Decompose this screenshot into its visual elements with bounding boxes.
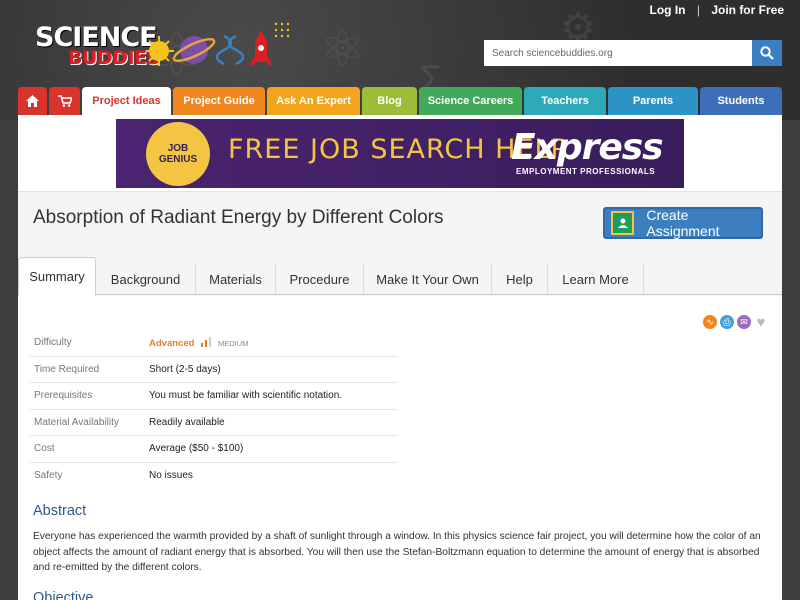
search-bar — [484, 40, 782, 66]
objective-heading: Objective — [33, 590, 94, 600]
cart-icon — [57, 95, 72, 107]
create-assignment-button[interactable]: Create Assignment — [603, 207, 763, 239]
ad-brand-sub: EMPLOYMENT PROFESSIONALS — [516, 167, 656, 176]
search-input[interactable] — [484, 40, 752, 66]
spec-row: Cost Average ($50 - $100) — [30, 436, 398, 463]
nav-teachers[interactable]: Teachers — [524, 87, 606, 115]
spec-value: Average ($50 - $100) — [149, 443, 244, 455]
search-icon — [760, 46, 774, 60]
ad-brand: Express — [511, 127, 664, 168]
logo-science-icons — [146, 22, 290, 66]
spec-value: No issues — [149, 470, 193, 482]
advertisement-banner[interactable]: JOB GENIUS FREE JOB SEARCH HELP Express … — [116, 119, 684, 188]
print-icon[interactable]: ⎙ — [720, 315, 734, 329]
nav-project-ideas[interactable]: Project Ideas — [82, 87, 171, 115]
project-tabs: Summary Background Materials Procedure M… — [18, 257, 782, 296]
tab-procedure[interactable]: Procedure — [276, 263, 364, 295]
ad-badge-line2: GENIUS — [158, 154, 198, 165]
nav-science-careers[interactable]: Science Careers — [419, 87, 522, 115]
nav-blog[interactable]: Blog — [362, 87, 417, 115]
spec-label: Time Required — [34, 363, 100, 375]
tab-help[interactable]: Help — [492, 263, 548, 295]
favorite-icon[interactable]: ♥ — [754, 314, 768, 331]
email-icon[interactable]: ✉ — [737, 315, 751, 329]
abstract-heading: Abstract — [33, 503, 87, 519]
spec-label: Prerequisites — [34, 390, 93, 402]
nav-students[interactable]: Students — [700, 87, 782, 115]
nav-home[interactable] — [18, 87, 47, 115]
difficulty-bars-icon — [201, 336, 212, 347]
spec-value: Short (2-5 days) — [149, 363, 221, 375]
spec-row: Prerequisites You must be familiar with … — [30, 383, 398, 410]
tab-materials[interactable]: Materials — [196, 263, 276, 295]
tab-background[interactable]: Background — [96, 263, 196, 295]
nav-ask-an-expert[interactable]: Ask An Expert — [267, 87, 360, 115]
nav-project-guide[interactable]: Project Guide — [173, 87, 265, 115]
spec-value: Readily available — [149, 416, 225, 428]
abstract-text: Everyone has experienced the warmth prov… — [33, 531, 761, 573]
spec-label: Material Availability — [34, 416, 119, 428]
spec-value: Advanced MEDIUM — [149, 336, 249, 349]
spec-label: Cost — [34, 443, 55, 455]
share-tools: ∿ ⎙ ✉ ♥ — [703, 314, 768, 331]
spec-row-difficulty: Difficulty Advanced MEDIUM — [30, 330, 398, 357]
home-icon — [26, 95, 39, 107]
page-title: Absorption of Radiant Energy by Differen… — [33, 207, 444, 228]
spec-label: Safety — [34, 470, 63, 482]
nav-cart[interactable] — [49, 87, 80, 115]
spec-value: You must be familiar with scientific not… — [149, 390, 343, 402]
difficulty-level: MEDIUM — [217, 338, 249, 348]
nav-parents[interactable]: Parents — [608, 87, 698, 115]
summary-panel: ∿ ⎙ ✉ ♥ Difficulty Advanced MEDIUM Time … — [18, 296, 782, 600]
google-classroom-icon — [611, 211, 635, 235]
create-assignment-label: Create Assignment — [646, 207, 720, 239]
tab-summary[interactable]: Summary — [18, 257, 96, 296]
join-link[interactable]: Join for Free — [711, 3, 784, 17]
difficulty-value: Advanced — [149, 337, 195, 349]
tab-make-it-your-own[interactable]: Make It Your Own — [364, 263, 492, 295]
main-nav: Project Ideas Project Guide Ask An Exper… — [18, 87, 782, 115]
site-logo[interactable]: SCIENCE BUDDIES — [30, 18, 300, 78]
spec-row: Material Availability Readily available — [30, 410, 398, 436]
tab-learn-more[interactable]: Learn More — [548, 263, 644, 295]
main-content: JOB GENIUS FREE JOB SEARCH HELP Express … — [18, 115, 782, 600]
spec-label: Difficulty — [34, 337, 72, 349]
search-button[interactable] — [752, 40, 782, 66]
spec-row: Safety No issues — [30, 463, 398, 490]
chalk-decoration: ⚛ — [320, 20, 365, 78]
ad-area: JOB GENIUS FREE JOB SEARCH HELP Express … — [18, 115, 782, 191]
top-links: Log In | Join for Free — [650, 3, 785, 17]
top-links-separator: | — [696, 3, 700, 17]
job-genius-badge: JOB GENIUS — [146, 122, 210, 186]
share-icon[interactable]: ∿ — [703, 315, 717, 329]
project-specs-table: Difficulty Advanced MEDIUM Time Required… — [30, 330, 398, 489]
spec-row: Time Required Short (2-5 days) — [30, 357, 398, 383]
ad-badge-line1: JOB — [167, 143, 189, 154]
login-link[interactable]: Log In — [650, 3, 686, 17]
